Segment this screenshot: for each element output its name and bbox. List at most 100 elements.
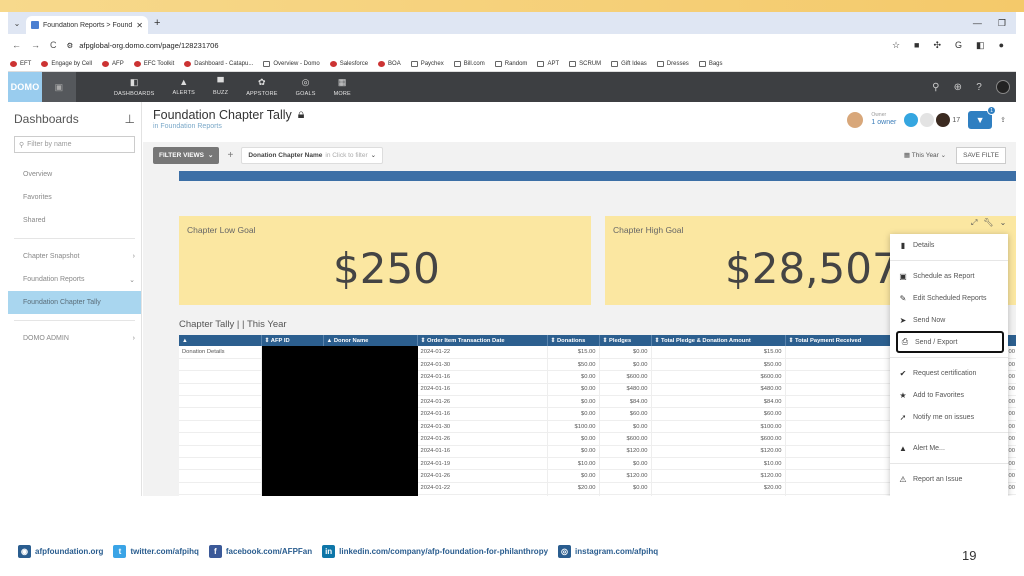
- bookmark-item[interactable]: BOA: [378, 60, 401, 67]
- bookmark-star-icon[interactable]: ☆: [892, 40, 900, 51]
- save-filters-button[interactable]: SAVE FILTE: [956, 146, 1006, 164]
- column-header[interactable]: ⇕ Total Pledge & Donation Amount: [651, 335, 786, 346]
- page-subtitle[interactable]: in Foundation Reports: [153, 123, 304, 130]
- column-header[interactable]: ⇕ Order Item Transaction Date: [417, 335, 548, 346]
- nav-goals[interactable]: ◎ GOALS: [296, 77, 316, 97]
- nav-appstore[interactable]: ✿ APPSTORE: [246, 77, 277, 97]
- bookmark-item[interactable]: Dashboard - Catapu...: [184, 60, 253, 67]
- column-header[interactable]: ⇕ Donations: [547, 335, 600, 346]
- menu-item-details[interactable]: ▮ Details: [890, 234, 1008, 256]
- row-group-cell[interactable]: Donation Details: [179, 346, 262, 359]
- reload-icon[interactable]: C: [50, 40, 57, 50]
- column-header[interactable]: ⇕ AFP ID: [261, 335, 324, 346]
- chevron-right-icon: ›: [132, 253, 135, 260]
- chevron-down-icon[interactable]: ⌄: [1000, 218, 1007, 228]
- footer-link-website[interactable]: ◉ afpfoundation.org: [18, 545, 103, 558]
- minimize-icon[interactable]: —: [973, 18, 982, 29]
- menu-item-send-now[interactable]: ➤ Send Now: [890, 309, 1008, 331]
- nav-buzz[interactable]: ▀ BUZZ: [213, 77, 228, 97]
- sidebar-item-overview[interactable]: Overview: [8, 163, 141, 186]
- sidepanel-icon[interactable]: ◧: [976, 40, 985, 51]
- tab-list-icon[interactable]: ⌄: [8, 19, 26, 28]
- bookmark-item[interactable]: Engage by Cell: [41, 60, 92, 67]
- chevron-right-icon: ›: [132, 335, 135, 342]
- sidebar-filter-input[interactable]: ⚲ Filter by name: [14, 136, 135, 153]
- date-range-selector[interactable]: ▦ This Year ⌄: [904, 151, 946, 159]
- add-icon[interactable]: ⊕: [954, 82, 963, 93]
- menu-item-report-issue[interactable]: ⚠ Report an Issue: [890, 468, 1008, 490]
- sidebar-item-domo-admin[interactable]: DOMO ADMIN ›: [8, 327, 141, 350]
- site-info-icon[interactable]: ⚙: [67, 41, 74, 50]
- sidebar-item-foundation-reports[interactable]: Foundation Reports ⌄: [8, 268, 141, 291]
- lock-icon[interactable]: 🔒︎: [298, 107, 305, 122]
- footer-link-twitter[interactable]: t twitter.com/afpihq: [113, 545, 199, 558]
- domo-logo[interactable]: DOMO: [8, 72, 42, 102]
- nav-dashboards[interactable]: ◧ DASHBOARDS: [114, 77, 155, 97]
- sidebar-item-chapter-snapshot[interactable]: Chapter Snapshot ›: [8, 245, 141, 268]
- row-group-cell: [179, 407, 262, 421]
- menu-item-notify-issues[interactable]: ➚ Notify me on issues: [890, 406, 1008, 428]
- shared-with-avatars[interactable]: 17: [904, 113, 960, 127]
- sidebar-item-foundation-chapter-tally[interactable]: Foundation Chapter Tally: [8, 291, 141, 314]
- bookmark-folder[interactable]: Random: [494, 60, 527, 67]
- url-field[interactable]: ⚙ afpglobal-org.domo.com/page/128231706: [67, 41, 219, 50]
- bookmark-item[interactable]: Salesforce: [329, 60, 368, 67]
- redacted-cell: [261, 482, 324, 496]
- add-filter-icon[interactable]: +: [227, 150, 233, 161]
- expand-icon[interactable]: ⤢: [971, 218, 977, 228]
- google-icon[interactable]: G: [955, 40, 962, 51]
- menu-item-add-favorites[interactable]: ★ Add to Favorites: [890, 384, 1008, 406]
- close-tab-icon[interactable]: ✕: [136, 21, 143, 30]
- footer-link-facebook[interactable]: f facebook.com/AFPFan: [208, 545, 312, 558]
- bookmark-item[interactable]: EFC Toolkit: [133, 60, 174, 67]
- bookmark-folder[interactable]: APT: [537, 60, 559, 67]
- forward-icon[interactable]: →: [31, 40, 40, 50]
- bookmark-folder[interactable]: Dresses: [656, 60, 689, 67]
- low-goal-card[interactable]: Chapter Low Goal $250: [179, 216, 591, 305]
- menu-item-request-certification[interactable]: ✔ Request certification: [890, 362, 1008, 384]
- column-header[interactable]: ▲: [179, 335, 262, 346]
- filter-views-button[interactable]: FILTER VIEWS ⌄: [153, 146, 220, 164]
- menu-item-alert-me[interactable]: ▲ Alert Me...: [890, 437, 1008, 459]
- new-tab-icon[interactable]: +: [154, 17, 160, 29]
- profile-icon[interactable]: ●: [999, 40, 1004, 51]
- filter-row-right: ▦ This Year ⌄ SAVE FILTE: [904, 146, 1006, 164]
- bookmark-item[interactable]: AFP: [102, 60, 124, 67]
- footer-link-linkedin[interactable]: in linkedin.com/company/afp-foundation-fo…: [322, 545, 548, 558]
- user-avatar[interactable]: [996, 80, 1010, 94]
- owner-avatar[interactable]: [847, 112, 864, 128]
- puzzle-icon[interactable]: ✣: [933, 40, 941, 51]
- menu-item-edit-scheduled[interactable]: ✎ Edit Scheduled Reports: [890, 287, 1008, 309]
- owner-info[interactable]: Owner 1 owner: [871, 113, 896, 126]
- extension-icon[interactable]: ■: [914, 40, 919, 51]
- help-icon[interactable]: ?: [976, 82, 982, 93]
- instance-logo[interactable]: ▣: [42, 72, 76, 102]
- menu-item-send-export[interactable]: ⎙ Send / Export: [896, 331, 1004, 353]
- sidebar-item-shared[interactable]: Shared: [8, 209, 141, 232]
- sidebar-item-favorites[interactable]: Favorites: [8, 186, 141, 209]
- nav-more[interactable]: ▦ MORE: [334, 77, 351, 97]
- bookmark-item[interactable]: EFT: [10, 60, 31, 67]
- bookmarks-bar: EFT Engage by Cell AFP EFC Toolkit Dashb…: [8, 56, 1016, 72]
- bookmark-folder[interactable]: Bags: [698, 60, 723, 67]
- bookmark-folder[interactable]: Gift Ideas: [611, 60, 647, 67]
- browser-tab[interactable]: Foundation Reports > Foundar ✕: [26, 16, 148, 34]
- column-header[interactable]: ▲ Donor Name: [323, 335, 418, 346]
- filter-button[interactable]: ▼ 1: [968, 106, 997, 129]
- search-icon[interactable]: ⚲: [932, 82, 940, 93]
- restore-icon[interactable]: ❐: [998, 18, 1006, 29]
- back-icon[interactable]: ←: [12, 40, 21, 50]
- footer-link-instagram[interactable]: ◎ instagram.com/afpihq: [558, 545, 658, 558]
- column-header[interactable]: ⇕ Pledges: [599, 335, 652, 346]
- instagram-icon: ◎: [558, 545, 572, 558]
- chapter-name-filter[interactable]: Donation Chapter Name in Click to filter…: [241, 146, 384, 164]
- bookmark-folder[interactable]: SCRUM: [569, 60, 601, 67]
- share-icon[interactable]: ⇪: [1000, 116, 1006, 124]
- bookmark-item[interactable]: Bill.com: [453, 60, 485, 67]
- menu-item-schedule-report[interactable]: ▣ Schedule as Report: [890, 265, 1008, 287]
- pin-icon[interactable]: ⊥: [125, 112, 135, 126]
- nav-alerts[interactable]: ▲ ALERTS: [173, 77, 196, 97]
- bookmark-item[interactable]: Overview - Domo: [263, 60, 320, 67]
- bookmark-item[interactable]: Paychex: [410, 60, 444, 67]
- wrench-icon[interactable]: 🔧︎: [983, 218, 993, 228]
